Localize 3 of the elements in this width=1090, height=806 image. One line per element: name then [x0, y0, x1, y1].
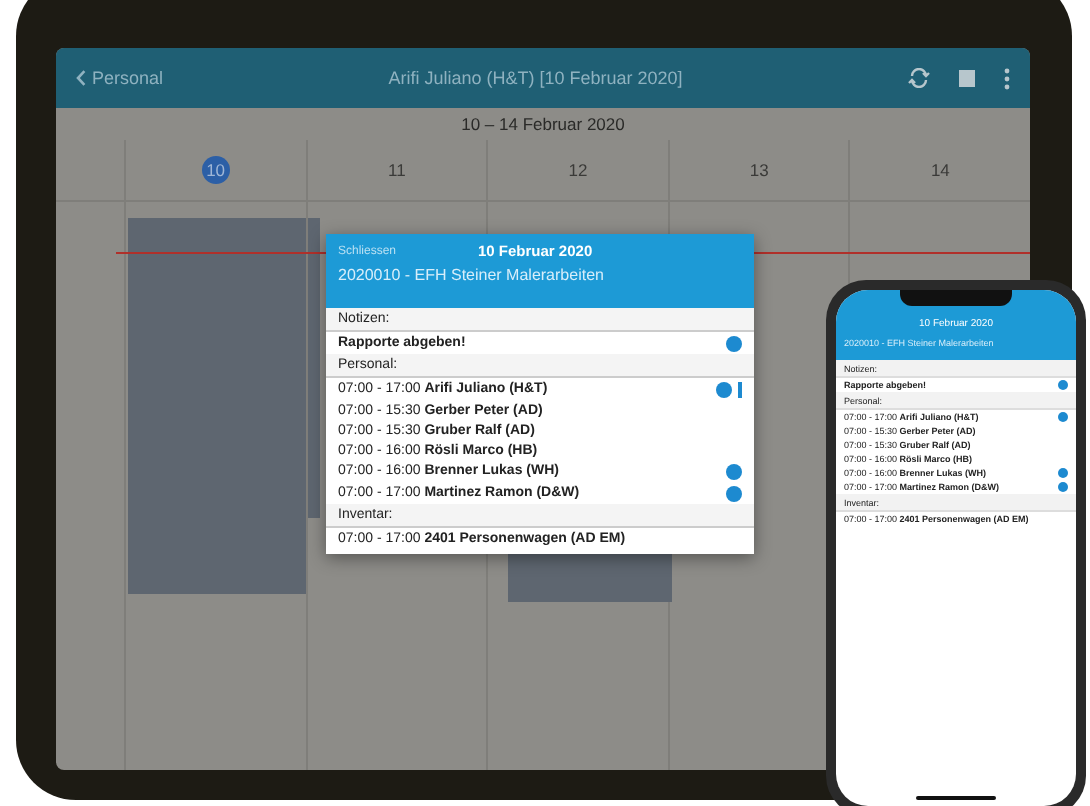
- nav-title: Arifi Juliano (H&T) [10 Februar 2020]: [386, 68, 685, 88]
- week-title: 10 – 14 Februar 2020: [459, 112, 627, 138]
- job-title: 2020010 - EFH Steiner Malerarbeiten: [338, 266, 606, 284]
